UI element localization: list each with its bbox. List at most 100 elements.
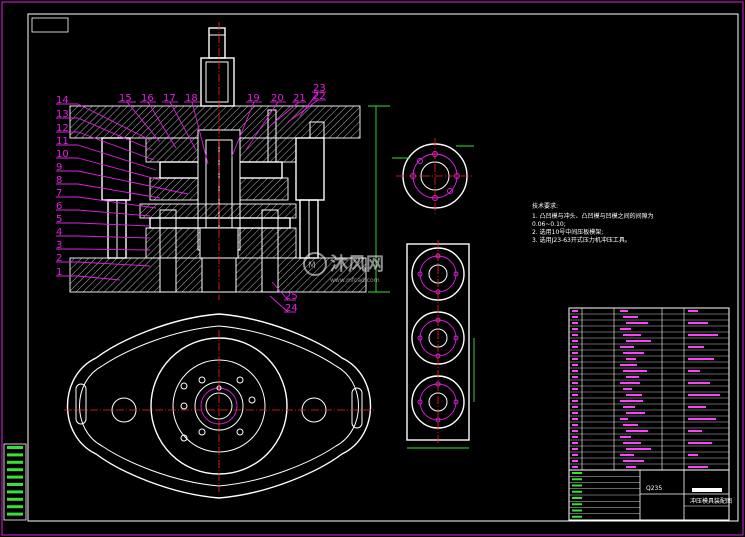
parts-row-mark [572,400,578,402]
watermark-brand: 沐风网 [330,253,384,275]
parts-row-mark [620,310,628,312]
part-number-label: 23 [313,83,326,94]
notes-heading: 技术要求: [532,202,558,210]
revision-row-mark [7,460,23,464]
part-number-label: 8 [56,175,62,186]
parts-row-mark [572,436,578,438]
part-number-label: 18 [185,93,198,104]
parts-row-mark [626,394,642,396]
parts-row-mark [688,310,698,312]
parts-row-mark [572,406,578,408]
notes-line: 0.06~0.10; [532,221,566,228]
parts-row-mark [572,466,578,468]
part-number-label: 20 [271,93,284,104]
notes-line: 2. 选用10号中间压板模架; [532,228,603,236]
parts-row-mark [688,466,708,468]
parts-row-mark [623,370,647,372]
parts-row-mark [572,352,578,354]
drawing-name: 冲压模具装配图 [690,497,732,505]
revision-row-mark [7,446,23,449]
parts-row-mark [623,460,644,462]
parts-row-mark [572,340,578,342]
part-number-label: 9 [56,162,62,173]
watermark-url: www.mfcad.com [330,277,380,284]
parts-row-mark [688,418,716,420]
part-number-label: 4 [56,227,62,238]
part-number-label: 14 [56,95,69,106]
part-number-label: 11 [56,136,69,147]
parts-row-mark [626,358,636,360]
title-row-mark [572,484,582,487]
parts-row-mark [626,322,648,324]
parts-row-mark [572,322,578,324]
parts-row-mark [620,436,631,438]
parts-row-mark [626,430,648,432]
part-number-label: 13 [56,109,69,120]
revision-row-mark [7,468,23,472]
parts-row-mark [620,400,643,402]
strip-layout-view [406,240,475,449]
parts-row-mark [626,448,651,450]
parts-row-mark [572,310,578,312]
parts-row-mark [623,424,638,426]
part-number-label: 12 [56,123,69,134]
svg-text:M: M [308,261,316,271]
notes-line: 1. 凸凹模与冲头、凸凹模与凹模之间的间隙为 [532,212,654,220]
part-number-label: 25 [285,291,298,302]
parts-row-mark [572,418,578,420]
title-row-mark [572,509,582,512]
part-number-label: 19 [247,93,260,104]
parts-row-mark [623,316,638,318]
revision-row-mark [7,453,23,457]
technical-notes: 技术要求: 1. 凸凹模与冲头、凸凹模与凹模之间的间隙为 0.06~0.10; … [532,202,654,244]
parts-row-mark [623,406,635,408]
material-label: Q235 [646,485,662,492]
revision-row-mark [7,497,23,501]
parts-row-mark [572,460,578,462]
round-part-view [392,138,474,214]
parts-row-mark [688,406,706,408]
parts-list-table [568,307,730,471]
parts-row-mark [623,334,641,336]
parts-row-mark [688,430,702,432]
parts-row-mark [620,382,640,384]
revision-row-mark [7,490,23,494]
title-block: Q235 冲压模具装配图 [568,469,732,521]
part-number-label: 6 [56,201,62,212]
parts-row-mark [572,370,578,372]
part-number-label: 16 [141,93,154,104]
title-row-mark [572,497,582,499]
parts-row-mark [572,388,578,390]
cad-drawing-canvas: 1413121110987654321 15 16 17 18 19 20 21 2223 2… [1,1,744,536]
parts-row-mark [626,340,651,342]
parts-row-mark [688,454,698,456]
revision-row-mark [7,512,23,516]
parts-row-mark [688,442,712,444]
parts-row-mark [572,430,578,432]
revision-row-mark [7,475,23,479]
plan-view [64,313,374,499]
title-row-mark [572,503,582,506]
parts-row-mark [626,376,639,378]
parts-row-mark [572,346,578,348]
part-number-label: 5 [56,214,62,225]
parts-row-mark [620,364,637,366]
parts-row-mark [688,322,708,324]
revision-strip [3,443,27,521]
revision-row-mark [7,505,23,509]
part-number-label: 7 [56,188,62,199]
part-number-label: 3 [56,240,62,251]
parts-row-mark [572,376,578,378]
parts-row-mark [572,412,578,414]
parts-row-mark [572,316,578,318]
part-number-label: 17 [163,93,176,104]
part-number-label: 10 [56,149,69,160]
parts-row-mark [688,334,718,336]
part-number-label: 1 [56,267,62,278]
part-number-label: 24 [285,303,298,314]
parts-row-mark [620,454,634,456]
parts-row-mark [688,382,710,384]
part-number-label: 21 [293,93,306,104]
parts-row-mark [572,358,578,360]
parts-row-mark [572,442,578,444]
